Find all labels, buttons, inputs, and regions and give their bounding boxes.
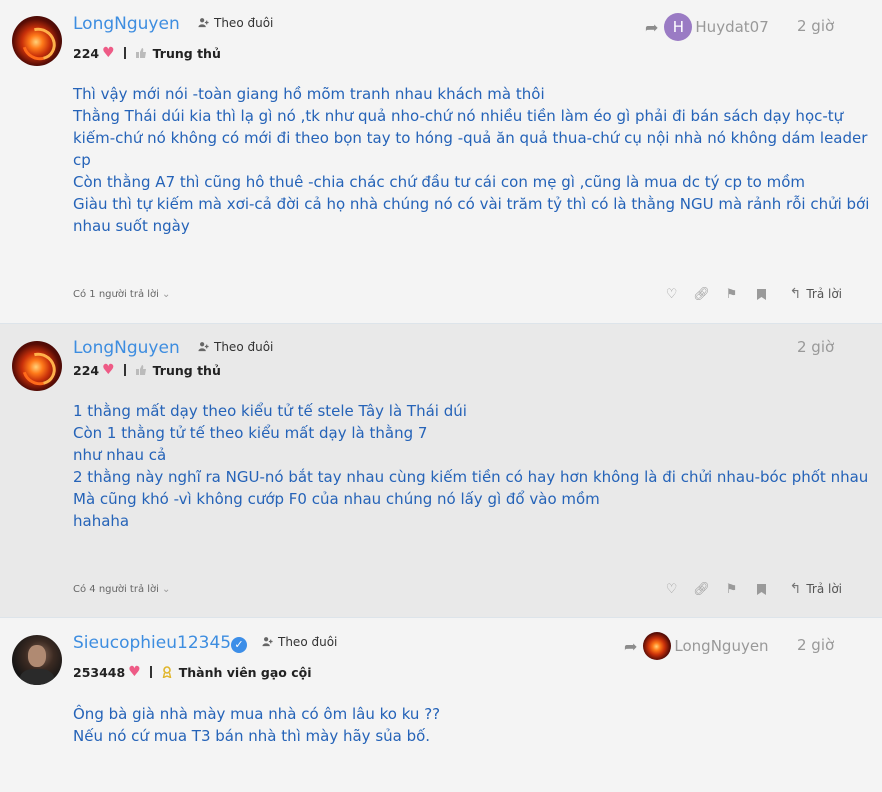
replies-count: Có 4 người trả lời (73, 584, 159, 595)
comment-line: 1 thằng mất dạy theo kiểu tử tế stele Tâ… (73, 402, 467, 420)
report-flag-icon[interactable]: ⚑ (724, 286, 740, 302)
chevron-down-icon: ⌄ (161, 584, 171, 595)
comment-line: Giàu thì tự kiếm mà xơi-cả đời cả họ nhà… (73, 195, 870, 213)
username[interactable]: LongNguyen (73, 338, 180, 358)
avatar[interactable] (12, 635, 62, 685)
action-bar: ♡ 🔗︎ ⚑ ↰ Trả lời (650, 581, 842, 597)
link-icon[interactable]: 🔗︎ (693, 286, 710, 302)
reply-to-link[interactable]: ➦ H Huydat07 (645, 13, 769, 41)
reply-arrow-icon: ↰ (789, 581, 802, 597)
reply-button[interactable]: ↰ Trả lời (790, 286, 842, 302)
reply-to-link[interactable]: ➦ LongNguyen (624, 632, 769, 660)
avatar[interactable] (12, 341, 62, 391)
divider (123, 364, 126, 376)
rank-label: Trung thủ (152, 45, 221, 61)
link-icon[interactable]: 🔗︎ (693, 581, 710, 597)
heart-icon: ♥ (102, 45, 115, 61)
heart-icon: ♥ (102, 362, 115, 378)
reply-to-avatar: H (664, 13, 693, 41)
timestamp: 2 giờ (797, 338, 835, 356)
comment-line: Còn thằng A7 thì cũng hô thuê -chia chác… (73, 173, 806, 191)
share-arrow-icon: ➦ (645, 17, 659, 37)
timestamp: 2 giờ (797, 17, 835, 35)
user-stats: 224 ♥ Trung thủ (73, 45, 221, 61)
bookmark-icon[interactable] (754, 286, 770, 302)
reply-button-label: Trả lời (806, 582, 842, 596)
follow-button[interactable]: Theo đuôi (198, 340, 273, 354)
comment-body: Thì vậy mới nói -toàn giang hồ mõm tranh… (73, 83, 870, 237)
score-count: 253448 (73, 664, 126, 680)
bookmark-icon[interactable] (754, 581, 770, 597)
score-count: 224 (73, 362, 100, 378)
comment-line: 2 thằng này nghĩ ra NGU-nó bắt tay nhau … (73, 468, 869, 486)
reply-arrow-icon: ↰ (789, 286, 802, 302)
comment-post: Sieucophieu12345 ✓ Theo đuôi 253448 ♥ Th… (0, 618, 882, 792)
report-flag-icon[interactable]: ⚑ (724, 581, 740, 597)
divider (149, 666, 152, 678)
user-stats: 224 ♥ Trung thủ (73, 362, 221, 378)
comment-line: kiếm-chứ nó không có mới đi theo bọn tay… (73, 129, 868, 147)
comment-line: Ông bà già nhà mày mua nhà có ôm lâu ko … (73, 705, 441, 723)
user-stats: 253448 ♥ Thành viên gạo cội (73, 664, 312, 680)
follow-user-icon (198, 342, 209, 352)
like-heart-icon[interactable]: ♡ (664, 286, 680, 302)
follow-button[interactable]: Theo đuôi (262, 635, 337, 649)
reply-to-username: LongNguyen (674, 637, 769, 655)
replies-toggle[interactable]: Có 1 người trả lời ⌄ (73, 289, 170, 300)
follow-label: Theo đuôi (278, 635, 338, 649)
thumbs-up-icon (135, 365, 146, 375)
comment-line: cp (73, 151, 91, 169)
follow-button[interactable]: Theo đuôi (198, 16, 273, 30)
comment-body: Ông bà già nhà mày mua nhà có ôm lâu ko … (73, 703, 842, 747)
comment-line: nhau suốt ngày (73, 217, 190, 235)
rank-label: Trung thủ (152, 362, 221, 378)
verified-badge-icon: ✓ (231, 637, 247, 653)
follow-label: Theo đuôi (214, 340, 274, 354)
action-bar: ♡ 🔗︎ ⚑ ↰ Trả lời (650, 286, 842, 302)
comment-body: 1 thằng mất dạy theo kiểu tử tế stele Tâ… (73, 400, 869, 532)
reply-to-username: Huydat07 (695, 18, 769, 36)
comment-line: hahaha (73, 512, 130, 530)
username[interactable]: LongNguyen (73, 14, 180, 34)
score-count: 224 (73, 45, 100, 61)
comment-line: Thì vậy mới nói -toàn giang hồ mõm tranh… (73, 85, 545, 103)
follow-user-icon (262, 637, 273, 647)
replies-toggle[interactable]: Có 4 người trả lời ⌄ (73, 584, 170, 595)
follow-user-icon (198, 18, 209, 28)
timestamp: 2 giờ (797, 636, 835, 654)
thumbs-up-icon (135, 48, 146, 58)
share-arrow-icon: ➦ (624, 636, 638, 656)
reply-to-avatar (643, 632, 672, 660)
comment-line: Nếu nó cứ mua T3 bán nhà thì mày hãy sủa… (73, 727, 431, 745)
chevron-down-icon: ⌄ (161, 289, 171, 300)
comment-line: như nhau cả (73, 446, 167, 464)
username[interactable]: Sieucophieu12345 (73, 633, 231, 653)
heart-icon: ♥ (128, 664, 141, 680)
comment-post: LongNguyen Theo đuôi 224 ♥ Trung thủ 2 g… (0, 324, 882, 618)
medal-icon (162, 666, 172, 678)
like-heart-icon[interactable]: ♡ (664, 581, 680, 597)
rank-label: Thành viên gạo cội (178, 664, 312, 680)
reply-button[interactable]: ↰ Trả lời (790, 581, 842, 597)
divider (123, 47, 126, 59)
comment-post: LongNguyen Theo đuôi 224 ♥ Trung thủ ➦ H… (0, 0, 882, 324)
avatar[interactable] (12, 16, 62, 66)
comment-line: Thằng Thái dúi kia thì lạ gì nó ,tk như … (73, 107, 844, 125)
reply-button-label: Trả lời (806, 287, 842, 301)
comment-line: Mà cũng khó -vì không cướp F0 của nhau c… (73, 490, 600, 508)
follow-label: Theo đuôi (214, 16, 274, 30)
comment-line: Còn 1 thằng tử tế theo kiểu mất dạy là t… (73, 424, 428, 442)
replies-count: Có 1 người trả lời (73, 289, 159, 300)
